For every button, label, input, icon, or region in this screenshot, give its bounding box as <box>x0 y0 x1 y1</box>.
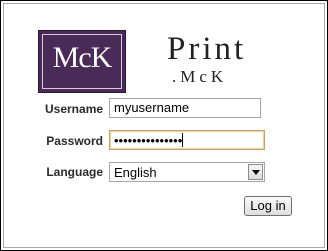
brand-subtitle: .McK <box>172 67 228 86</box>
username-label: Username <box>45 102 104 116</box>
login-button[interactable]: Log in <box>244 196 292 216</box>
language-select[interactable]: English <box>109 162 265 182</box>
username-input[interactable]: myusername <box>109 98 261 118</box>
password-label: Password <box>46 134 103 148</box>
password-input[interactable]: ••••••••••••••• <box>109 130 265 150</box>
brand-title: Print <box>167 31 247 67</box>
password-value: ••••••••••••••• <box>114 133 183 148</box>
text-caret <box>182 133 184 147</box>
language-label: Language <box>46 165 103 179</box>
username-value: myusername <box>114 100 190 115</box>
login-window: McK Print .McK Username myusername Passw… <box>0 0 328 251</box>
logo-text: McK <box>52 41 113 74</box>
language-value: English <box>114 165 157 180</box>
chevron-down-icon[interactable] <box>248 164 263 180</box>
mck-logo: McK <box>38 30 126 93</box>
